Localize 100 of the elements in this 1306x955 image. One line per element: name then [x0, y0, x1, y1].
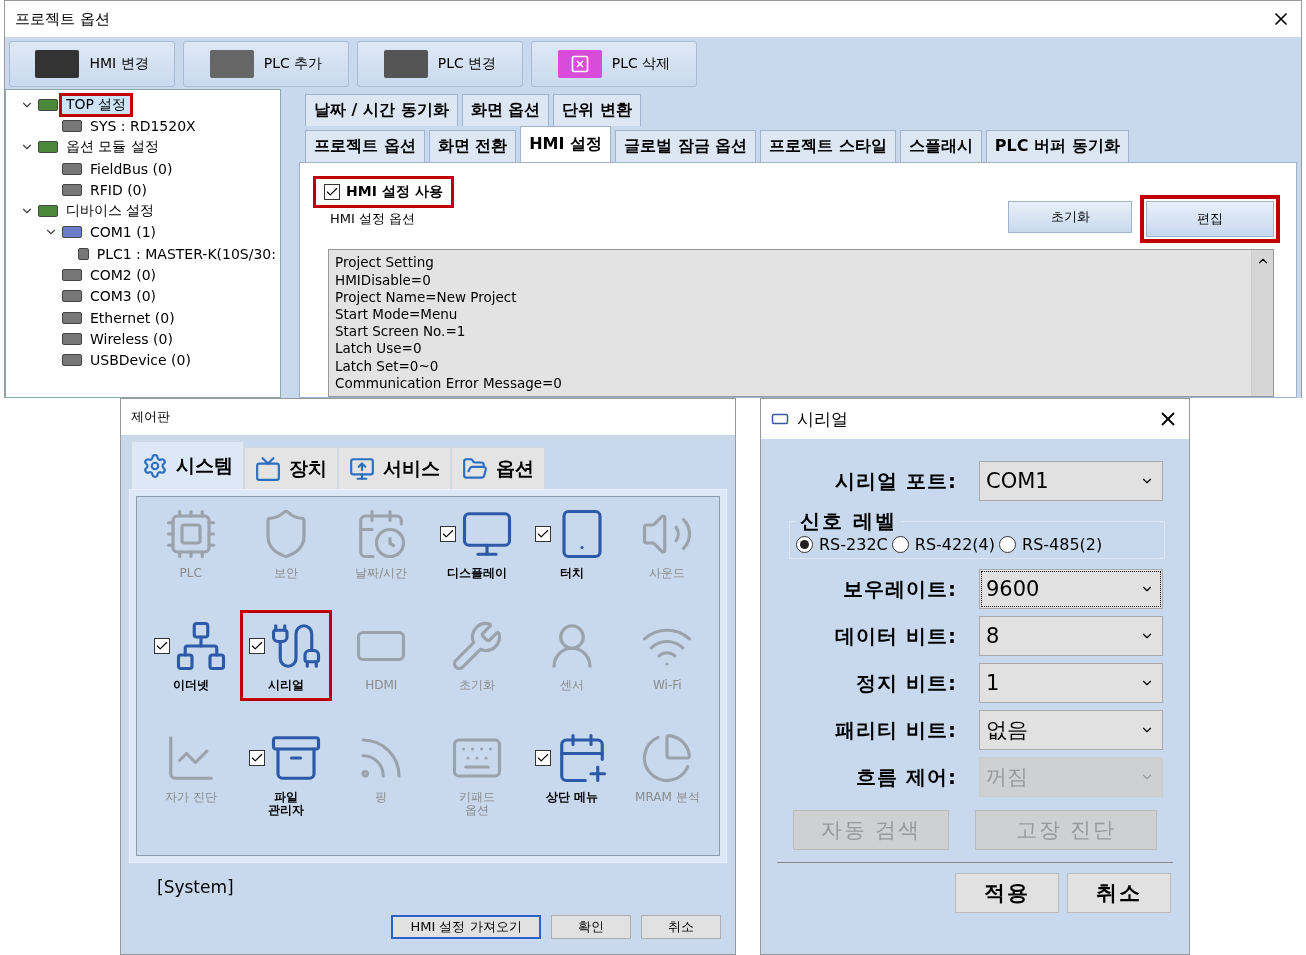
item-label: 사운드: [649, 567, 686, 580]
dropdown[interactable]: 1: [979, 663, 1163, 703]
item-label: 핑: [375, 791, 388, 804]
node-icon: [62, 290, 82, 303]
tab[interactable]: HMI 설정: [520, 126, 611, 163]
toolbar-button[interactable]: PLC 변경: [357, 41, 523, 87]
radio-option[interactable]: RS-422(4): [891, 535, 995, 554]
item-label: 터치: [560, 567, 584, 580]
node-icon: [62, 332, 82, 345]
settings-line: Communication Error Message=0: [335, 374, 563, 392]
tree-item[interactable]: RFID (0): [86, 181, 151, 198]
checkbox[interactable]: [249, 750, 265, 766]
checkbox[interactable]: [535, 750, 551, 766]
gear-icon: [142, 452, 168, 479]
dropdown[interactable]: COM1: [979, 461, 1163, 501]
tree-item[interactable]: COM2 (0): [86, 267, 161, 283]
tab[interactable]: 시스템: [131, 441, 244, 489]
group-label: HMI 설정 옵션: [330, 210, 416, 229]
checkbox[interactable]: [535, 526, 551, 542]
tab[interactable]: 프로젝트 옵션: [305, 130, 425, 163]
tab[interactable]: PLC 버퍼 동기화: [985, 130, 1129, 163]
node-icon: [62, 226, 82, 239]
field-label: 시리얼 포트:: [834, 467, 957, 495]
item-label: 날짜/시간: [355, 567, 408, 580]
device-icon: [383, 50, 428, 78]
tab[interactable]: 단위 변환: [553, 94, 641, 127]
item-label: Wi-Fi: [653, 679, 682, 692]
toolbar-button[interactable]: HMI 변경: [9, 41, 175, 87]
check-icon: [250, 751, 264, 765]
dialog-button[interactable]: 적용: [955, 873, 1059, 913]
settings-line: Start Screen No.=1: [335, 323, 467, 341]
tree-item[interactable]: 옵션 모듈 설정: [62, 138, 163, 157]
item-label: HDMI: [365, 679, 398, 692]
node-icon: [62, 162, 82, 175]
tree-item[interactable]: Wireless (0): [86, 330, 177, 347]
scrollbar[interactable]: [1251, 250, 1273, 396]
tab[interactable]: 스플래시: [899, 130, 982, 163]
tree-item[interactable]: PLC1 : MASTER-K(10S/30:: [92, 245, 280, 262]
tree-item[interactable]: USBDevice (0): [86, 352, 195, 369]
item-label: 상단 메뉴: [545, 791, 599, 804]
screen-icon: [255, 455, 281, 482]
dialog-button[interactable]: HMI 설정 가져오기: [391, 915, 541, 939]
radio-button[interactable]: [891, 536, 909, 553]
group-label: 신호 레벨: [799, 508, 898, 535]
checkbox[interactable]: [153, 638, 170, 654]
check-icon: [440, 527, 455, 541]
item-label: PLC: [179, 567, 202, 580]
checkbox[interactable]: HMI 설정 사용: [316, 179, 451, 206]
field-label: 보우레이트:: [842, 575, 957, 603]
tab[interactable]: 옵션: [451, 447, 545, 489]
window-title: 제어판: [131, 408, 170, 426]
field-label: 패리티 비트:: [834, 716, 957, 744]
tab[interactable]: 장치: [244, 447, 338, 489]
tab[interactable]: 글로벌 잠금 옵션: [615, 130, 757, 163]
radio-option[interactable]: RS-232C: [796, 535, 888, 554]
checkbox[interactable]: [439, 526, 456, 542]
dialog-button[interactable]: 확인: [551, 915, 631, 939]
item-label: 센서: [560, 679, 584, 692]
field-label: 흐름 제어:: [855, 763, 957, 791]
dialog-button[interactable]: 취소: [641, 915, 721, 939]
tab[interactable]: 서비스: [338, 447, 451, 489]
settings-line: HMIDisable=0: [335, 271, 432, 289]
tree-item[interactable]: COM3 (0): [86, 288, 161, 305]
tab[interactable]: 프로젝트 스타일: [760, 130, 896, 163]
settings-line: Project Name=New Project: [335, 288, 518, 306]
tree-item[interactable]: Ethernet (0): [86, 309, 179, 326]
monitor-icon: [349, 455, 375, 482]
radio-option[interactable]: RS-485(2): [999, 535, 1103, 554]
node-icon: [62, 119, 82, 132]
status-text: [System]: [156, 876, 235, 899]
field-label: 정지 비트:: [855, 669, 957, 697]
tab[interactable]: 화면 전환: [428, 130, 517, 163]
dropdown[interactable]: 8: [979, 616, 1163, 656]
tree-item[interactable]: SYS : RD1520X: [86, 117, 200, 134]
toolbar-button[interactable]: PLC 추가: [183, 41, 349, 87]
radio-button[interactable]: [999, 536, 1016, 553]
check-icon: [250, 639, 264, 653]
action-button[interactable]: 초기화: [1008, 201, 1132, 234]
node-icon: [62, 311, 82, 324]
field-label: 데이터 비트:: [834, 622, 957, 650]
tab[interactable]: 날짜 / 시간 동기화: [305, 94, 458, 127]
dropdown[interactable]: 9600: [979, 569, 1163, 609]
tree-item[interactable]: COM1 (1): [86, 224, 161, 241]
device-icon: [209, 50, 254, 78]
tree-item[interactable]: 디바이스 설정: [62, 202, 159, 221]
toolbar-button[interactable]: PLC 삭제: [531, 41, 697, 87]
item-label: 디스플레이: [446, 567, 507, 580]
tree-item[interactable]: FieldBus (0): [86, 160, 177, 177]
monitor-icon: [35, 50, 80, 78]
delete-icon: [557, 50, 602, 78]
radio-button[interactable]: [796, 536, 813, 553]
settings-text-area[interactable]: Project Setting HMIDisable=0 Project Name=New Project Start Mode=Menu Start Screen No.=1 Latch Use=0 Latch Set=0~0 Communication Error Message=0: [328, 249, 1274, 397]
tab[interactable]: 화면 옵션: [461, 94, 550, 127]
checkbox[interactable]: [249, 638, 265, 654]
dialog-button[interactable]: 취소: [1067, 873, 1171, 913]
item-label: MRAM 분석: [635, 791, 700, 804]
node-icon: [38, 141, 58, 154]
dropdown[interactable]: 없음: [979, 710, 1163, 750]
tree-item[interactable]: TOP 설정: [62, 95, 131, 114]
window-title: 프로젝트 옵션: [15, 9, 110, 29]
